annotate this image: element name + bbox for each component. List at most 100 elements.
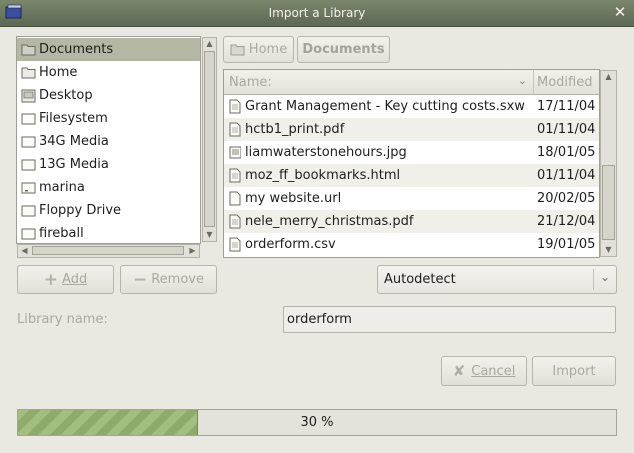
chevron-down-icon: ⌄ xyxy=(599,270,610,284)
sidebar-item-label: fireball xyxy=(39,226,84,241)
add-button-label: Add xyxy=(62,272,88,287)
places-hscrollbar[interactable]: ◀ ▶ xyxy=(17,244,200,258)
sidebar-item-documents[interactable]: Documents xyxy=(17,38,200,61)
file-name: hctb1_print.pdf xyxy=(245,122,345,137)
scroll-thumb[interactable] xyxy=(204,51,215,227)
folder-icon xyxy=(230,44,245,56)
drive-icon xyxy=(21,135,36,149)
folder-icon xyxy=(21,43,36,57)
scroll-up-icon[interactable]: ▲ xyxy=(203,39,216,49)
file-modified: 01/11/04 xyxy=(537,168,596,183)
file-list: Name: ⌄ Modified Grant Management - Key … xyxy=(223,69,600,258)
scroll-left-icon[interactable]: ◀ xyxy=(18,246,31,256)
url-icon xyxy=(229,191,241,206)
file-name: nele_merry_christmas.pdf xyxy=(245,214,414,229)
places-list: Documents Home Desktop Filesystem 34G Me… xyxy=(16,36,201,244)
file-row[interactable]: Grant Management - Key cutting costs.sxw… xyxy=(224,95,599,118)
close-icon[interactable]: ✕ xyxy=(612,4,628,20)
image-icon xyxy=(229,146,241,159)
file-modified: 20/02/05 xyxy=(537,191,596,206)
scroll-down-icon[interactable]: ▼ xyxy=(601,245,616,255)
sidebar-item-home[interactable]: Home xyxy=(17,61,200,84)
drive-icon xyxy=(21,158,36,172)
cancel-button[interactable]: ✘ Cancel xyxy=(441,356,527,386)
drive-icon xyxy=(21,227,36,241)
remove-button[interactable]: − Remove xyxy=(120,265,217,294)
file-row[interactable]: my website.url 20/02/05 xyxy=(224,187,599,210)
file-modified: 19/01/05 xyxy=(537,237,596,252)
minus-icon: − xyxy=(132,269,148,290)
path-home-button[interactable]: Home xyxy=(223,36,294,63)
scroll-down-icon[interactable]: ▼ xyxy=(203,230,216,240)
path-home-label: Home xyxy=(248,42,288,57)
cancel-button-label: Cancel xyxy=(471,363,516,379)
sidebar-item-label: 13G Media xyxy=(39,157,109,172)
sidebar-item-desktop[interactable]: Desktop xyxy=(17,84,200,107)
column-name-label: Name: xyxy=(229,75,272,90)
file-modified: 17/11/04 xyxy=(537,99,596,114)
sidebar-item-fireball[interactable]: fireball xyxy=(17,222,200,243)
progress-text: 30 % xyxy=(300,415,334,430)
library-name-value: orderform xyxy=(287,312,352,327)
sidebar-item-filesystem[interactable]: Filesystem xyxy=(17,107,200,130)
format-combo-value: Autodetect xyxy=(384,272,456,287)
sidebar-item-34g-media[interactable]: 34G Media xyxy=(17,130,200,153)
file-modified: 21/12/04 xyxy=(537,214,596,229)
sidebar-item-13g-media[interactable]: 13G Media xyxy=(17,153,200,176)
places-vscrollbar[interactable]: ▲ ▼ xyxy=(202,37,217,242)
files-vscrollbar[interactable]: ▲ ▼ xyxy=(600,70,617,257)
file-row[interactable]: liamwaterstonehours.jpg 18/01/05 xyxy=(224,141,599,164)
sidebar-item-label: 34G Media xyxy=(39,134,109,149)
column-header-name[interactable]: Name: ⌄ xyxy=(224,70,533,95)
import-button-label: Import xyxy=(552,363,596,379)
window-title: Import a Library xyxy=(268,6,366,20)
pdf-icon xyxy=(229,122,241,137)
column-modified-label: Modified xyxy=(537,75,593,90)
path-documents-label: Documents xyxy=(302,42,385,57)
file-name: liamwaterstonehours.jpg xyxy=(245,145,407,160)
library-name-field[interactable]: orderform xyxy=(283,306,616,333)
sidebar-item-label: marina xyxy=(39,180,85,195)
progress-bar: 30 % xyxy=(17,409,617,436)
sidebar-item-label: Documents xyxy=(39,42,114,57)
add-button[interactable]: + Add xyxy=(17,265,114,294)
folder-icon xyxy=(21,66,36,80)
format-combo[interactable]: Autodetect ⌄ xyxy=(377,265,617,294)
drive-icon xyxy=(21,181,36,195)
remove-button-label: Remove xyxy=(151,272,204,287)
html-icon xyxy=(229,168,241,183)
sidebar-item-label: Home xyxy=(39,65,78,80)
import-button[interactable]: Import xyxy=(532,356,616,386)
sidebar-item-label: Floppy Drive xyxy=(39,203,122,218)
scroll-thumb[interactable] xyxy=(602,165,615,240)
file-name: Grant Management - Key cutting costs.sxw xyxy=(245,99,525,114)
scroll-thumb[interactable] xyxy=(32,246,184,255)
file-modified: 18/01/05 xyxy=(537,145,596,160)
file-row[interactable]: moz_ff_bookmarks.html 01/11/04 xyxy=(224,164,599,187)
desktop-icon xyxy=(21,89,36,103)
pdf-icon xyxy=(229,214,241,229)
sort-chevron-icon: ⌄ xyxy=(517,74,527,87)
combo-separator xyxy=(593,269,594,290)
sidebar-item-label: Desktop xyxy=(39,88,93,103)
library-name-label: Library name: xyxy=(17,312,108,327)
sidebar-item-marina[interactable]: marina xyxy=(17,176,200,199)
scroll-up-icon[interactable]: ▲ xyxy=(601,72,616,82)
spreadsheet-icon xyxy=(229,237,241,252)
scroll-right-icon[interactable]: ▶ xyxy=(186,246,199,256)
title-bar: Import a Library ✕ xyxy=(0,0,634,27)
cancel-icon: ✘ xyxy=(452,362,466,380)
file-row[interactable]: nele_merry_christmas.pdf 21/12/04 xyxy=(224,210,599,233)
file-modified: 01/11/04 xyxy=(537,122,596,137)
file-name: my website.url xyxy=(245,191,342,206)
sidebar-item-floppy-drive[interactable]: Floppy Drive xyxy=(17,199,200,222)
sidebar-item-label: Filesystem xyxy=(39,111,108,126)
path-documents-button[interactable]: Documents xyxy=(297,36,390,63)
drive-icon xyxy=(21,112,36,126)
drive-icon xyxy=(21,204,36,218)
file-row[interactable]: orderform.csv 19/01/05 xyxy=(224,233,599,256)
file-row[interactable]: hctb1_print.pdf 01/11/04 xyxy=(224,118,599,141)
file-name: moz_ff_bookmarks.html xyxy=(245,168,401,183)
column-header-modified[interactable]: Modified xyxy=(533,70,599,95)
plus-icon: + xyxy=(43,269,59,290)
